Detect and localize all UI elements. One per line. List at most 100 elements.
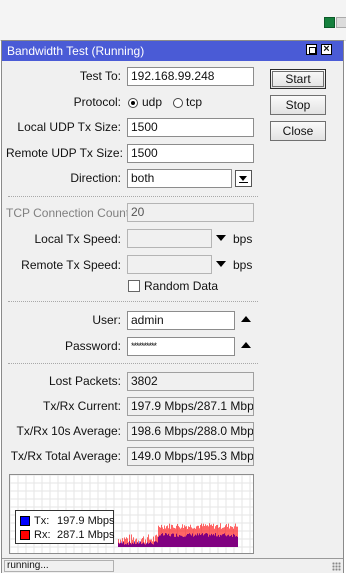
protocol-udp-radio[interactable] bbox=[128, 98, 138, 108]
tx-bar bbox=[219, 536, 220, 547]
remote-tx-speed-dropdown-icon[interactable] bbox=[216, 261, 226, 267]
tx-bar bbox=[176, 533, 177, 547]
tx-bar bbox=[138, 543, 139, 547]
tx-bar bbox=[131, 544, 132, 547]
tx-bar bbox=[218, 534, 219, 547]
tx-bar bbox=[136, 543, 137, 547]
close-button[interactable]: Close bbox=[270, 121, 326, 141]
tx-bar bbox=[140, 541, 141, 547]
test-to-label: Test To: bbox=[79, 69, 121, 83]
tx-bar bbox=[201, 534, 202, 547]
local-udp-tx-size-label: Local UDP Tx Size: bbox=[17, 120, 121, 134]
tx-bar bbox=[209, 534, 210, 547]
title-bar[interactable]: Bandwidth Test (Running) × bbox=[2, 41, 343, 61]
random-data-label[interactable]: Random Data bbox=[144, 279, 218, 294]
user-collapse-icon[interactable] bbox=[241, 316, 251, 322]
tx-bar bbox=[135, 544, 136, 547]
status-bar: running... bbox=[2, 558, 343, 573]
protocol-tcp-radio[interactable] bbox=[173, 98, 183, 108]
tx-bar bbox=[178, 536, 179, 547]
chevron-down-icon bbox=[239, 176, 247, 181]
rx-legend-label: Rx: bbox=[34, 529, 51, 541]
tx-bar bbox=[160, 535, 161, 547]
tx-bar bbox=[212, 535, 213, 547]
tx-bar bbox=[220, 534, 221, 547]
tx-bar bbox=[204, 534, 205, 547]
tx-bar bbox=[121, 541, 122, 547]
close-window-button[interactable]: × bbox=[321, 43, 332, 55]
tcp-connection-count-input[interactable]: 20 bbox=[127, 203, 254, 222]
resize-grip-icon[interactable] bbox=[332, 562, 341, 571]
txrx-10s-average-label: Tx/Rx 10s Average: bbox=[16, 424, 122, 438]
tx-bar bbox=[150, 541, 151, 547]
tx-bar bbox=[237, 536, 238, 547]
tx-bar bbox=[169, 535, 170, 547]
tx-bar bbox=[165, 533, 166, 547]
tx-bar bbox=[198, 535, 199, 547]
tx-bar bbox=[141, 544, 142, 547]
tx-bar bbox=[124, 544, 125, 547]
password-input[interactable]: ********** bbox=[127, 337, 235, 356]
tx-bar bbox=[142, 543, 143, 547]
direction-select[interactable]: both bbox=[127, 169, 232, 188]
test-to-input[interactable]: 192.168.99.248 bbox=[127, 67, 254, 86]
tx-bar bbox=[157, 542, 158, 547]
tx-bar bbox=[166, 533, 167, 547]
status-text: running... bbox=[4, 560, 114, 572]
tx-bar bbox=[206, 533, 207, 547]
status-indicator-gray bbox=[336, 17, 346, 28]
tx-bar bbox=[126, 544, 127, 547]
tx-color-swatch bbox=[20, 516, 30, 526]
tx-bar bbox=[196, 535, 197, 547]
traffic-graph: Tx: 197.9 Mbps Rx: 287.1 Mbps bbox=[9, 474, 254, 554]
tx-bar bbox=[197, 533, 198, 547]
remote-tx-speed-label: Remote Tx Speed: bbox=[21, 258, 121, 272]
txrx-current-label: Tx/Rx Current: bbox=[42, 399, 121, 413]
remote-udp-tx-size-input[interactable]: 1500 bbox=[127, 144, 254, 163]
close-icon: × bbox=[323, 43, 330, 55]
random-data-checkbox[interactable] bbox=[128, 280, 140, 292]
direction-dropdown-button[interactable] bbox=[235, 170, 252, 187]
tx-bar bbox=[155, 541, 156, 547]
local-tx-speed-input[interactable] bbox=[127, 229, 212, 248]
graph-legend: Tx: 197.9 Mbps Rx: 287.1 Mbps bbox=[15, 510, 114, 544]
tx-bar bbox=[170, 536, 171, 547]
tx-bar bbox=[223, 534, 224, 547]
password-collapse-icon[interactable] bbox=[241, 342, 251, 348]
tx-bar bbox=[145, 544, 146, 547]
rx-color-swatch bbox=[20, 530, 30, 540]
restore-window-button[interactable] bbox=[306, 44, 317, 55]
start-button[interactable]: Start bbox=[270, 69, 326, 89]
tx-bar bbox=[123, 541, 124, 547]
remote-tx-speed-input[interactable] bbox=[127, 255, 212, 274]
window-title: Bandwidth Test (Running) bbox=[7, 44, 145, 58]
tx-bar bbox=[214, 535, 215, 547]
separator bbox=[8, 301, 258, 302]
tx-bar bbox=[175, 536, 176, 547]
tx-bar bbox=[202, 533, 203, 547]
protocol-tcp-label[interactable]: tcp bbox=[186, 95, 202, 110]
tx-bar bbox=[118, 542, 119, 547]
tx-bar bbox=[161, 534, 162, 547]
tx-bar bbox=[217, 536, 218, 547]
user-input[interactable]: admin bbox=[127, 311, 235, 330]
tx-bar bbox=[180, 535, 181, 547]
protocol-udp-label[interactable]: udp bbox=[142, 95, 162, 110]
tx-bar bbox=[222, 534, 223, 547]
tx-bar bbox=[195, 534, 196, 547]
tx-bar bbox=[168, 533, 169, 547]
status-indicator-green bbox=[324, 17, 335, 28]
tx-bar bbox=[122, 543, 123, 547]
local-udp-tx-size-input[interactable]: 1500 bbox=[127, 118, 254, 137]
user-label: User: bbox=[92, 313, 121, 327]
tx-bar bbox=[171, 534, 172, 547]
tx-bar bbox=[189, 533, 190, 547]
remote-tx-speed-unit: bps bbox=[233, 258, 253, 272]
stop-button[interactable]: Stop bbox=[270, 95, 326, 115]
local-tx-speed-dropdown-icon[interactable] bbox=[216, 235, 226, 241]
tx-bar bbox=[159, 535, 160, 547]
tx-bar bbox=[215, 533, 216, 547]
tx-bar bbox=[130, 543, 131, 547]
tx-bar bbox=[236, 536, 237, 547]
tx-bar bbox=[174, 536, 175, 547]
